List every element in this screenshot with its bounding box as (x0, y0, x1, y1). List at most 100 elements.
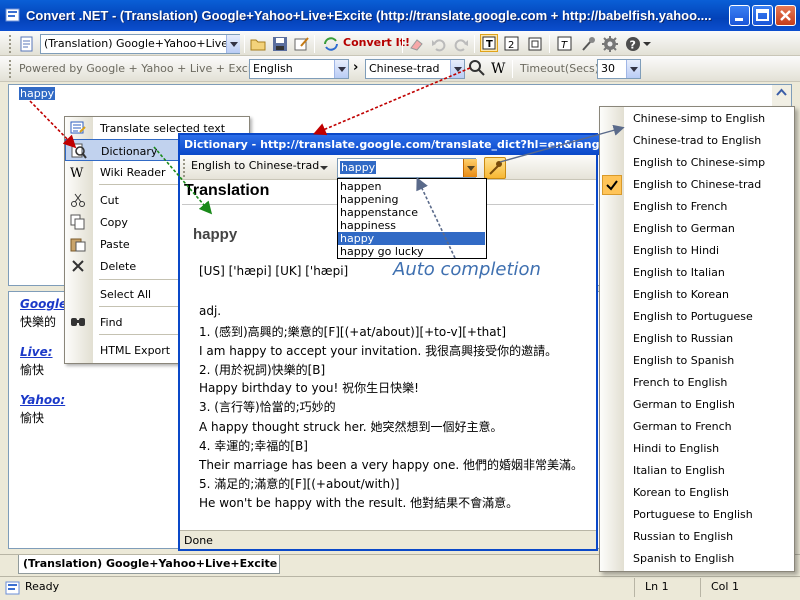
language-pair-item[interactable]: English to Chinese-simp (633, 156, 765, 169)
language-pair-item[interactable]: Italian to English (633, 464, 725, 477)
delete-icon (70, 258, 86, 274)
toolbar-separator (244, 35, 245, 53)
menu-item-label: Wiki Reader (100, 166, 166, 179)
language-pair-item[interactable]: Spanish to English (633, 552, 734, 565)
mode-two-icon[interactable]: 2 (503, 35, 521, 53)
cut-icon (70, 192, 86, 208)
toolbar-grip[interactable] (9, 60, 12, 78)
language-pair-item[interactable]: German to English (633, 398, 735, 411)
language-pair-item[interactable]: English to Korean (633, 288, 729, 301)
toolbar-separator (474, 35, 475, 53)
status-icon (5, 580, 21, 596)
toolbar-grip[interactable] (183, 159, 186, 177)
menu-item-label: Cut (100, 194, 119, 207)
status-divider (634, 578, 635, 597)
language-pair-item[interactable]: Korean to English (633, 486, 729, 499)
dictionary-icon (71, 143, 87, 159)
chevron-down-icon[interactable] (320, 166, 328, 174)
language-pair-item[interactable]: Chinese-simp to English (633, 112, 765, 125)
autocomplete-item-selected[interactable]: happy (338, 232, 485, 245)
toolbar-grip[interactable] (9, 35, 12, 53)
autocomplete-item[interactable]: happenstance (338, 206, 485, 219)
language-pair-item[interactable]: Chinese-trad to English (633, 134, 761, 147)
autocomplete-item[interactable]: happiness (338, 219, 485, 232)
chevron-down-icon[interactable] (626, 60, 640, 78)
dictionary-direction-select[interactable]: English to Chinese-trad (191, 159, 319, 172)
convert-icon[interactable] (322, 35, 340, 53)
dictionary-title: Dictionary - http://translate.google.com… (180, 135, 600, 155)
yahoo-result-label[interactable]: Yahoo: (20, 393, 65, 407)
svg-text:T: T (486, 39, 493, 50)
save-icon[interactable] (271, 35, 289, 53)
dictionary-line: 1. (感到)高興的;樂意的[F][(+at/about)][+to-v][+t… (199, 325, 507, 339)
open-folder-icon[interactable] (249, 35, 267, 53)
google-result-text: 快樂的 (20, 315, 57, 329)
copy-icon (70, 214, 86, 230)
text-mode-icon[interactable]: T (480, 34, 498, 52)
tab-translation[interactable]: (Translation) Google+Yahoo+Live+Excite (18, 555, 280, 574)
gear-icon[interactable] (601, 35, 619, 53)
autocomplete-item[interactable]: happening (338, 193, 485, 206)
language-pair-item[interactable]: English to French (633, 200, 727, 213)
status-text: Ready (25, 580, 60, 593)
fullscreen-icon[interactable] (526, 35, 544, 53)
undo-icon[interactable] (430, 35, 448, 53)
status-column: Col 1 (711, 580, 739, 593)
help-dropdown-icon[interactable] (643, 42, 651, 50)
language-pair-item[interactable]: German to French (633, 420, 732, 433)
text-format-icon[interactable]: T (556, 35, 574, 53)
title-bar: Convert .NET - (Translation) Google+Yaho… (0, 0, 800, 31)
autocomplete-item[interactable]: happen (338, 180, 485, 193)
paste-icon (70, 236, 86, 252)
language-pair-item[interactable]: English to Spanish (633, 354, 734, 367)
language-pair-item[interactable]: English to German (633, 222, 735, 235)
chevron-down-icon[interactable] (463, 159, 477, 177)
chevron-down-icon[interactable] (450, 60, 464, 78)
live-result-label[interactable]: Live: (20, 345, 53, 359)
menu-item-label: Delete (100, 260, 137, 273)
app-icon (5, 7, 21, 23)
language-pair-item[interactable]: English to Portuguese (633, 310, 753, 323)
document-icon[interactable] (18, 35, 36, 53)
maximize-button[interactable] (752, 5, 773, 26)
menu-item-label: Copy (100, 216, 128, 229)
selected-text[interactable]: happy (19, 87, 56, 100)
dictionary-search-input[interactable]: happy (337, 158, 476, 178)
dictionary-icon[interactable] (468, 59, 486, 77)
language-pair-item[interactable]: French to English (633, 376, 727, 389)
dictionary-line: A happy thought struck her. 她突然想到一個好主意。 (199, 420, 503, 434)
language-pair-item[interactable]: English to Italian (633, 266, 725, 279)
live-result-text: 愉快 (20, 363, 45, 377)
autocomplete-item[interactable]: happy go lucky (338, 245, 485, 258)
help-icon[interactable]: ? (624, 35, 642, 53)
redo-icon[interactable] (452, 35, 470, 53)
dictionary-lookup-button[interactable] (484, 157, 506, 179)
dictionary-line: Their marriage has been a very happy one… (199, 458, 584, 472)
language-pair-item[interactable]: English to Hindi (633, 244, 719, 257)
status-line: Ln 1 (645, 580, 669, 593)
translation-heading: Translation (184, 182, 270, 199)
language-pair-item[interactable]: Russian to English (633, 530, 733, 543)
convert-button[interactable]: Convert It! (343, 36, 410, 49)
language-pair-item[interactable]: Hindi to English (633, 442, 719, 455)
close-button[interactable] (775, 5, 796, 26)
translation-mode-combo[interactable]: (Translation) Google+Yahoo+Live+ (40, 34, 240, 54)
chevron-down-icon[interactable] (226, 35, 240, 53)
checkmark-icon (602, 175, 622, 195)
language-pair-item[interactable]: English to Russian (633, 332, 733, 345)
pick-icon[interactable] (579, 35, 597, 53)
dictionary-line: [US] ['hæpi] [UK] ['hæpi] (199, 264, 349, 278)
eraser-icon[interactable] (408, 35, 426, 53)
edit-icon[interactable] (293, 35, 311, 53)
chevron-down-icon[interactable] (334, 60, 348, 78)
menu-item-label: HTML Export (100, 344, 171, 357)
minimize-button[interactable] (729, 5, 750, 26)
dictionary-line: Happy birthday to you! 祝你生日快樂! (199, 381, 419, 395)
toolbar-separator (512, 60, 513, 78)
language-pair-item[interactable]: Portuguese to English (633, 508, 753, 521)
language-pair-item-checked[interactable]: English to Chinese-trad (633, 178, 761, 191)
wiki-icon[interactable]: W (490, 59, 508, 77)
svg-text:W: W (491, 61, 506, 77)
wiki-icon: W (70, 164, 86, 180)
toolbar-separator (314, 35, 315, 53)
